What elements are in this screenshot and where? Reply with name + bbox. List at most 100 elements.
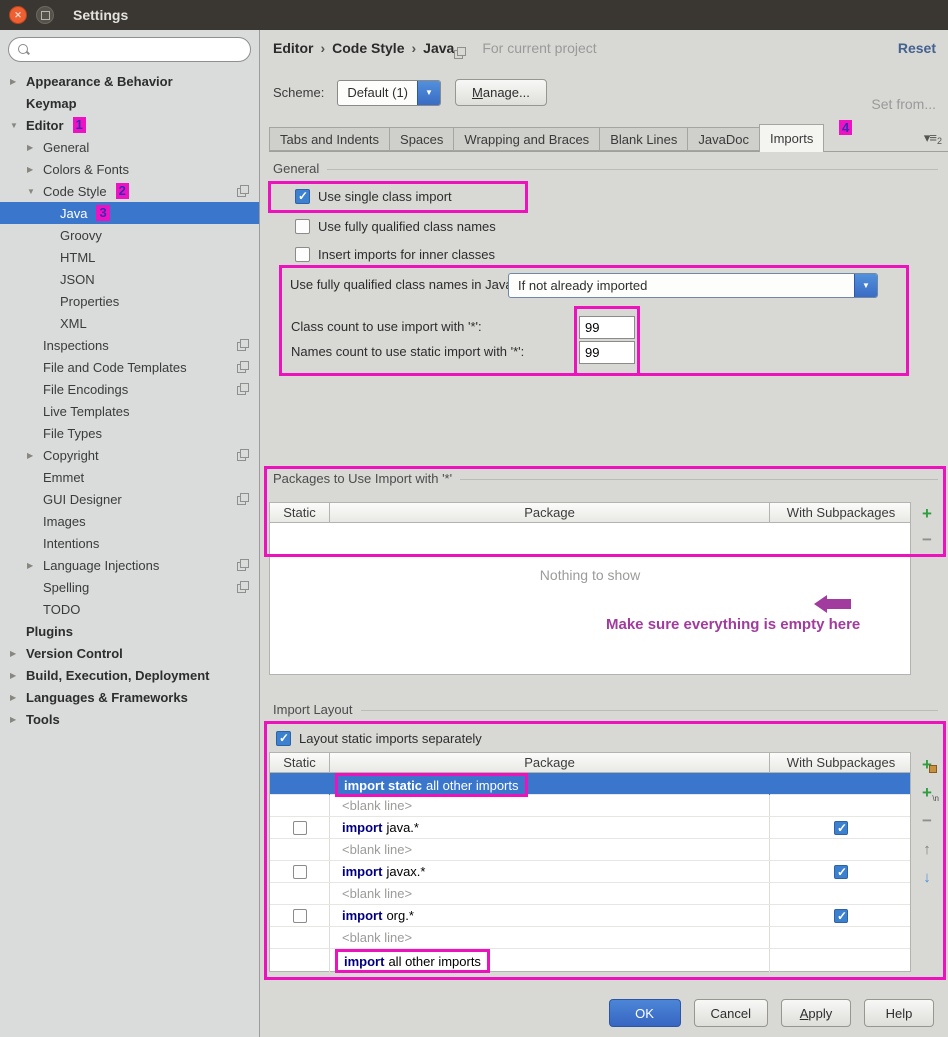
sidebar-item-colors-fonts[interactable]: Colors & Fonts [0, 158, 259, 180]
tab-tabs-and-indents[interactable]: Tabs and Indents [269, 127, 389, 151]
checkbox-checked-icon[interactable] [276, 731, 291, 746]
import-layout-table: Static Package With Subpackages import s… [269, 752, 911, 972]
breadcrumb-java[interactable]: Java [404, 40, 454, 56]
class-count-input[interactable] [579, 316, 635, 339]
sidebar-item-java[interactable]: Java3 [0, 202, 259, 224]
checkbox-unchecked-icon[interactable] [293, 865, 307, 879]
use-fully-qualified-checkbox[interactable]: Use fully qualified class names [295, 219, 496, 234]
move-up-button[interactable]: ↑ [915, 838, 939, 860]
breadcrumb-editor[interactable]: Editor [273, 40, 313, 56]
sidebar-item-file-types[interactable]: File Types [0, 422, 259, 444]
insert-imports-inner-classes-checkbox[interactable]: Insert imports for inner classes [295, 247, 495, 262]
sidebar-item-languages-frameworks[interactable]: Languages & Frameworks [0, 686, 259, 708]
sidebar-item-file-encodings[interactable]: File Encodings [0, 378, 259, 400]
sidebar-item-todo[interactable]: TODO [0, 598, 259, 620]
checkbox-unchecked-icon[interactable] [295, 219, 310, 234]
add-blank-line-button[interactable]: + [915, 782, 939, 804]
sidebar-item-version-control[interactable]: Version Control [0, 642, 259, 664]
sidebar-item-html[interactable]: HTML [0, 246, 259, 268]
sidebar-item-xml[interactable]: XML [0, 312, 259, 334]
settings-sidebar: Appearance & Behavior Keymap Editor1 Gen… [0, 30, 260, 1037]
breadcrumb: Editor Code Style Java For current proje… [273, 40, 597, 56]
checkbox-unchecked-icon[interactable] [293, 821, 307, 835]
per-project-icon [237, 361, 249, 373]
checkbox-checked-icon[interactable] [834, 909, 848, 923]
sidebar-item-copyright[interactable]: Copyright [0, 444, 259, 466]
search-box[interactable] [8, 37, 251, 62]
ok-button[interactable]: OK [609, 999, 681, 1027]
dropdown-arrow-icon [854, 274, 877, 297]
table-row[interactable]: importorg.* [270, 905, 910, 927]
sidebar-item-build-execution-deployment[interactable]: Build, Execution, Deployment [0, 664, 259, 686]
sidebar-item-appearance-behavior[interactable]: Appearance & Behavior [0, 70, 259, 92]
javadoc-qualified-select[interactable]: If not already imported [508, 273, 878, 298]
set-from-link[interactable]: Set from... [871, 96, 936, 112]
tab-wrapping-and-braces[interactable]: Wrapping and Braces [453, 127, 599, 151]
table-row[interactable]: <blank line> [270, 795, 910, 817]
add-package-button[interactable]: + [915, 754, 939, 776]
use-single-class-import-checkbox[interactable]: Use single class import [295, 189, 452, 204]
checkbox-checked-icon[interactable] [295, 189, 310, 204]
sidebar-item-spelling[interactable]: Spelling [0, 576, 259, 598]
sidebar-item-language-injections[interactable]: Language Injections [0, 554, 259, 576]
apply-button[interactable]: Apply [781, 999, 851, 1027]
help-button[interactable]: Help [864, 999, 934, 1027]
layout-static-imports-checkbox[interactable]: Layout static imports separately [276, 731, 482, 746]
annotation-note: Make sure everything is empty here [606, 616, 860, 633]
per-project-icon [237, 581, 249, 593]
sidebar-item-emmet[interactable]: Emmet [0, 466, 259, 488]
table-row[interactable]: importjavax.* [270, 861, 910, 883]
checkbox-checked-icon[interactable] [834, 821, 848, 835]
checkbox-unchecked-icon[interactable] [295, 247, 310, 262]
move-down-button[interactable]: ↓ [915, 866, 939, 888]
sidebar-item-groovy[interactable]: Groovy [0, 224, 259, 246]
tab-imports[interactable]: Imports [759, 124, 824, 152]
table-row[interactable]: <blank line> [270, 927, 910, 949]
sidebar-item-tools[interactable]: Tools [0, 708, 259, 730]
sidebar-item-general[interactable]: General [0, 136, 259, 158]
remove-package-button[interactable]: − [915, 529, 939, 551]
names-count-input[interactable] [579, 341, 635, 364]
sidebar-item-code-style[interactable]: Code Style2 [0, 180, 259, 202]
sidebar-item-inspections[interactable]: Inspections [0, 334, 259, 356]
tab-list-icon[interactable]: 2 [924, 130, 942, 146]
sidebar-item-file-code-templates[interactable]: File and Code Templates [0, 356, 259, 378]
table-row[interactable]: <blank line> [270, 883, 910, 905]
column-with-subpackages: With Subpackages [770, 753, 912, 772]
table-row[interactable]: import staticall other imports [270, 773, 910, 795]
sidebar-item-intentions[interactable]: Intentions [0, 532, 259, 554]
scheme-select[interactable]: Default (1) [337, 80, 441, 106]
remove-entry-button[interactable]: − [915, 810, 939, 832]
table-row[interactable]: importjava.* [270, 817, 910, 839]
column-package: Package [330, 753, 770, 772]
chevron-right-icon [27, 143, 43, 152]
close-icon[interactable] [9, 6, 27, 24]
settings-tree: Appearance & Behavior Keymap Editor1 Gen… [0, 70, 259, 730]
cancel-button[interactable]: Cancel [694, 999, 768, 1027]
manage-button[interactable]: Manage... [455, 79, 547, 106]
add-package-button[interactable]: + [915, 503, 939, 525]
sidebar-item-keymap[interactable]: Keymap [0, 92, 259, 114]
checkbox-unchecked-icon[interactable] [293, 909, 307, 923]
tab-blank-lines[interactable]: Blank Lines [599, 127, 687, 151]
sidebar-item-live-templates[interactable]: Live Templates [0, 400, 259, 422]
column-package: Package [330, 503, 770, 522]
sidebar-item-editor[interactable]: Editor1 [0, 114, 259, 136]
general-group-label: General [273, 161, 938, 176]
reset-link[interactable]: Reset [898, 40, 936, 56]
javadoc-qualified-row: Use fully qualified class names in JavaD… [290, 277, 539, 292]
sidebar-item-plugins[interactable]: Plugins [0, 620, 259, 642]
maximize-icon[interactable] [36, 6, 54, 24]
checkbox-checked-icon[interactable] [834, 865, 848, 879]
search-input[interactable] [30, 42, 250, 57]
table-row[interactable]: <blank line> [270, 839, 910, 861]
table-row[interactable]: importall other imports [270, 949, 910, 971]
annotation-box: importall other imports [335, 949, 490, 973]
breadcrumb-code-style[interactable]: Code Style [313, 40, 404, 56]
tab-spaces[interactable]: Spaces [389, 127, 453, 151]
sidebar-item-gui-designer[interactable]: GUI Designer [0, 488, 259, 510]
sidebar-item-images[interactable]: Images [0, 510, 259, 532]
sidebar-item-json[interactable]: JSON [0, 268, 259, 290]
tab-javadoc[interactable]: JavaDoc [687, 127, 759, 151]
sidebar-item-properties[interactable]: Properties [0, 290, 259, 312]
